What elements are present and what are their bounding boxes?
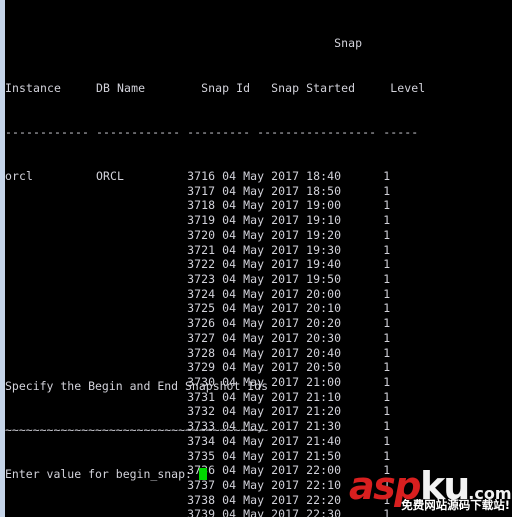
prompt-instruction: Specify the Begin and End Snapshot Ids <box>5 378 269 393</box>
table-row: 3719 04 May 2017 19:10 1 <box>5 213 391 228</box>
terminal-screen: Snap Instance DB Name Snap Id Snap Start… <box>0 0 512 517</box>
prompt-input-spacer <box>192 467 199 481</box>
table-row: 3724 04 May 2017 20:00 1 <box>5 286 391 301</box>
prompt-block: Specify the Begin and End Snapshot Ids ~… <box>5 349 512 517</box>
table-header-line-2: Instance DB Name Snap Id Snap Started Le… <box>5 80 426 95</box>
table-row: 3727 04 May 2017 20:30 1 <box>5 330 391 345</box>
prompt-input-label: Enter value for begin_snap: <box>5 466 192 481</box>
prompt-input-line[interactable]: Enter value for begin_snap: <box>5 467 512 482</box>
table-separator-line: ------------ ------------ --------- ----… <box>5 124 419 139</box>
table-row: 3718 04 May 2017 19:00 1 <box>5 198 391 213</box>
table-row: 3723 04 May 2017 19:50 1 <box>5 271 391 286</box>
table-row: orcl ORCL 3716 04 May 2017 18:40 1 <box>5 168 391 183</box>
table-row: 3717 04 May 2017 18:50 1 <box>5 183 391 198</box>
text-cursor <box>198 467 207 480</box>
table-row: 3725 04 May 2017 20:10 1 <box>5 301 391 316</box>
prompt-underline: ~~~~~~~~~~~~~~~~~~~~~~~~~~~~~~~~~~~~~~ <box>5 422 269 437</box>
table-row: 3722 04 May 2017 19:40 1 <box>5 257 391 272</box>
table-header-line-1: Snap <box>5 36 363 51</box>
table-row: 3726 04 May 2017 20:20 1 <box>5 316 391 331</box>
table-row: 3721 04 May 2017 19:30 1 <box>5 242 391 257</box>
table-row: 3720 04 May 2017 19:20 1 <box>5 227 391 242</box>
